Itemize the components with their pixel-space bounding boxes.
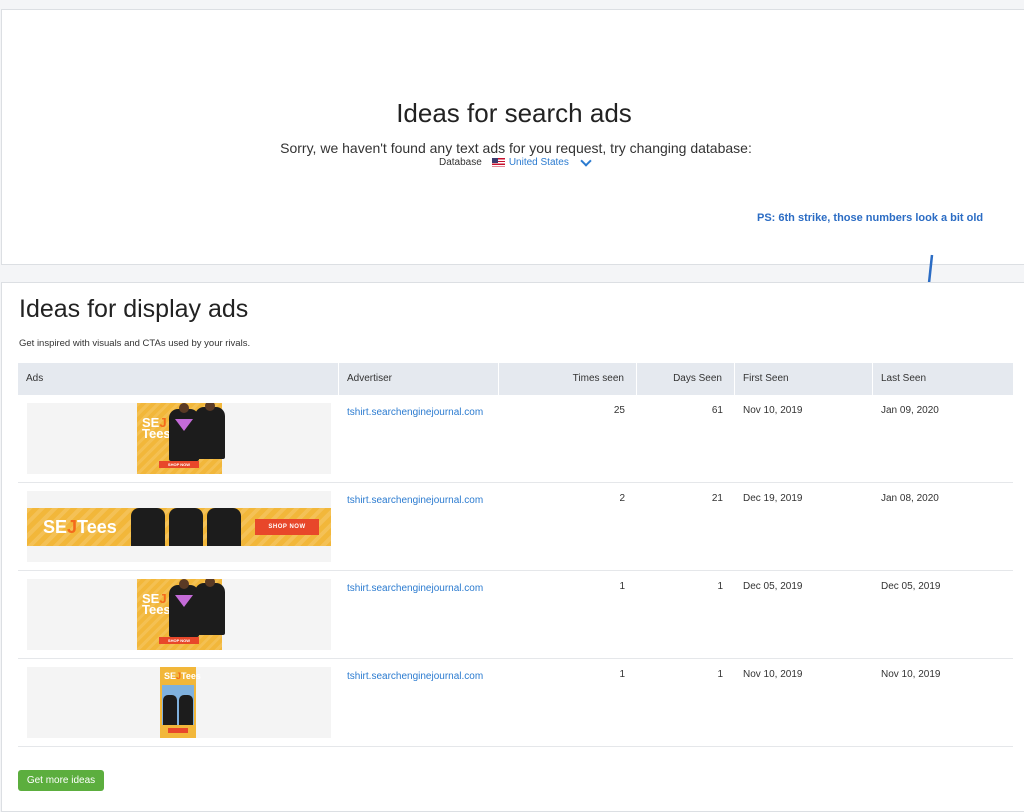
advertiser-link[interactable]: tshirt.searchenginejournal.com bbox=[347, 495, 483, 506]
days-seen-value: 1 bbox=[717, 669, 723, 680]
ad-preview[interactable]: SEJTees SHOP NOW bbox=[27, 579, 331, 650]
col-header-days-seen[interactable]: Days Seen bbox=[637, 363, 735, 395]
search-ads-panel: Ideas for search ads Sorry, we haven't f… bbox=[1, 9, 1024, 265]
first-seen-value: Nov 10, 2019 bbox=[743, 669, 803, 680]
annotation-note: PS: 6th strike, those numbers look a bit… bbox=[757, 212, 984, 224]
last-seen-value: Dec 05, 2019 bbox=[881, 581, 941, 592]
advertiser-link[interactable]: tshirt.searchenginejournal.com bbox=[347, 407, 483, 418]
model-head bbox=[179, 579, 189, 589]
days-seen-value: 1 bbox=[717, 581, 723, 592]
times-seen-value: 1 bbox=[619, 581, 625, 592]
col-header-last-seen[interactable]: Last Seen bbox=[873, 363, 1013, 395]
display-ads-title: Ideas for display ads bbox=[19, 295, 249, 323]
tshirt-image bbox=[169, 508, 203, 546]
tshirt-image bbox=[131, 508, 165, 546]
table-row: SEJTees SHOP NOW tshirt.searchenginejour… bbox=[18, 395, 1013, 483]
tshirt-image bbox=[163, 695, 177, 725]
ad-preview[interactable]: SEJTees bbox=[27, 667, 331, 738]
col-header-times-seen[interactable]: Times seen bbox=[499, 363, 637, 395]
shop-now-button: SHOP NOW bbox=[159, 637, 199, 644]
col-header-first-seen[interactable]: First Seen bbox=[735, 363, 873, 395]
first-seen-value: Dec 19, 2019 bbox=[743, 493, 803, 504]
ad-logo: SEJTees bbox=[43, 517, 117, 537]
table-row: SEJTees SHOP NOW tshirt.searchenginejour… bbox=[18, 571, 1013, 659]
ad-preview[interactable]: SEJTees SHOP NOW bbox=[27, 491, 331, 562]
no-results-message: Sorry, we haven't found any text ads for… bbox=[280, 140, 752, 156]
shop-now-button: SHOP NOW bbox=[255, 519, 319, 535]
ad-creative-square: SEJ Tees SHOP NOW bbox=[137, 403, 225, 474]
last-seen-value: Nov 10, 2019 bbox=[881, 669, 941, 680]
times-seen-value: 1 bbox=[619, 669, 625, 680]
ad-preview[interactable]: SEJTees SHOP NOW bbox=[27, 403, 331, 474]
tshirt-image bbox=[195, 407, 225, 459]
table-row: SEJTees tshirt.searchenginejournal.com 1… bbox=[18, 659, 1013, 747]
last-seen-value: Jan 09, 2020 bbox=[881, 405, 939, 416]
model-head bbox=[179, 403, 189, 413]
tshirt-image bbox=[179, 695, 193, 725]
first-seen-value: Dec 05, 2019 bbox=[743, 581, 803, 592]
tshirt-image bbox=[207, 508, 241, 546]
tshirt-graphic bbox=[175, 419, 193, 431]
search-ads-title: Ideas for search ads bbox=[396, 98, 632, 128]
database-value: United States bbox=[508, 157, 569, 168]
ad-logo: SEJTees bbox=[142, 415, 171, 441]
ad-logo: SEJTees bbox=[164, 671, 201, 681]
display-ads-description: Get inspired with visuals and CTAs used … bbox=[19, 338, 251, 349]
database-row: Database United States bbox=[439, 154, 592, 168]
ad-logo: SEJTees bbox=[142, 591, 171, 617]
col-header-ads[interactable]: Ads bbox=[18, 363, 339, 395]
tshirt-image bbox=[195, 583, 225, 635]
advertiser-link[interactable]: tshirt.searchenginejournal.com bbox=[347, 583, 483, 594]
get-more-ideas-button[interactable]: Get more ideas bbox=[18, 770, 104, 791]
ad-creative-square: SEJ Tees SHOP NOW bbox=[137, 579, 225, 650]
shop-now-button bbox=[168, 728, 188, 733]
tshirt-graphic bbox=[175, 595, 193, 607]
advertiser-link[interactable]: tshirt.searchenginejournal.com bbox=[347, 671, 483, 682]
ads-table-header: Ads Advertiser Times seen Days Seen Firs… bbox=[18, 363, 1013, 395]
days-seen-value: 61 bbox=[711, 405, 723, 416]
shop-now-button: SHOP NOW bbox=[159, 461, 199, 468]
times-seen-value: 25 bbox=[613, 405, 625, 416]
database-select[interactable]: United States bbox=[491, 154, 592, 168]
table-row: SEJTees SHOP NOW tshirt.searchenginejour… bbox=[18, 483, 1013, 571]
database-label: Database bbox=[439, 157, 482, 168]
col-header-advertiser[interactable]: Advertiser bbox=[339, 363, 499, 395]
times-seen-value: 2 bbox=[619, 493, 625, 504]
days-seen-value: 21 bbox=[711, 493, 723, 504]
ad-creative-tall: SEJTees bbox=[160, 667, 201, 738]
ad-creative-wide: SEJTees SHOP NOW bbox=[27, 508, 331, 546]
last-seen-value: Jan 08, 2020 bbox=[881, 493, 939, 504]
display-ads-panel: Ideas for display ads Get inspired with … bbox=[1, 282, 1024, 812]
us-flag-icon bbox=[491, 158, 505, 167]
first-seen-value: Nov 10, 2019 bbox=[743, 405, 803, 416]
chevron-down-icon bbox=[580, 154, 592, 167]
